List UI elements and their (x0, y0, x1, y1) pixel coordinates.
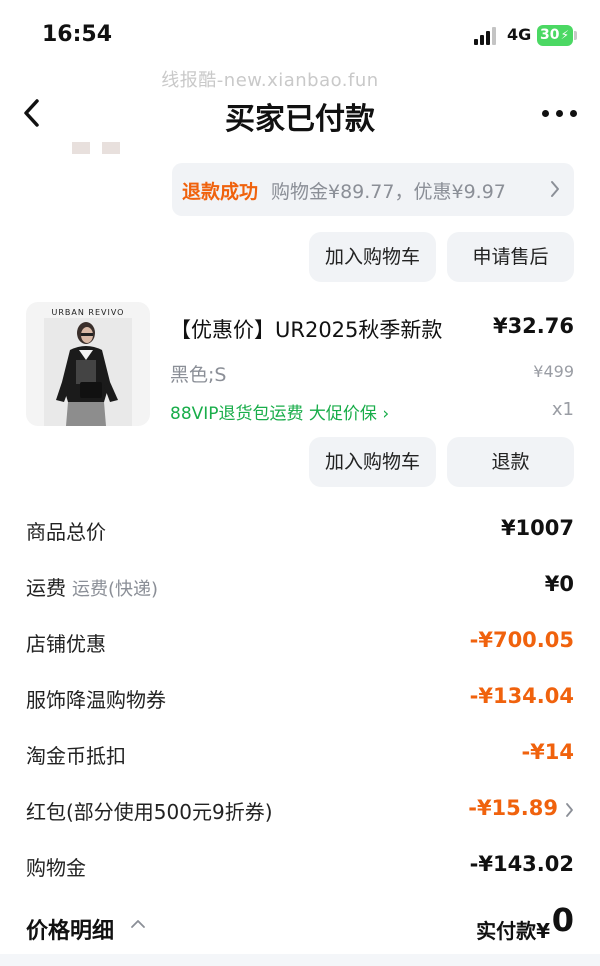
row-label: 淘金币抵扣 (26, 744, 126, 768)
product-price: ¥32.76 (492, 314, 574, 338)
status-bar: 16:54 4G 30 ⚡ (0, 0, 600, 70)
summary-row-subtotal: 商品总价 ¥1007 (26, 516, 574, 546)
row-value: ¥0 (544, 572, 574, 596)
battery-level: 30 (540, 27, 560, 43)
vip-service-text: 88VIP退货包运费 大促价保 (170, 404, 377, 424)
product-quantity: x1 (551, 399, 574, 420)
bottom-strip (0, 954, 600, 966)
cellular-signal-icon (474, 27, 500, 45)
page-title: 买家已付款 (225, 102, 375, 137)
charging-bolt-icon: ⚡ (560, 28, 569, 42)
summary-row-shopping-gold: 购物金 -¥143.02 (26, 852, 574, 882)
previous-product-thumbnail[interactable] (26, 142, 150, 156)
vip-service-link[interactable]: 88VIP退货包运费 大促价保 › (170, 399, 389, 424)
row-value: -¥14 (521, 740, 574, 764)
row-label: 运费 (26, 576, 66, 600)
row-label: 购物金 (26, 856, 86, 880)
product-thumbnail[interactable]: URBAN REVIVO (26, 302, 150, 426)
refund-status: 退款成功 (182, 181, 259, 203)
summary-row-red-packet[interactable]: 红包(部分使用500元9折券) -¥15.89 (26, 796, 574, 826)
shipping-method: 运费(快递) (72, 579, 159, 600)
battery-icon: 30 ⚡ (537, 25, 573, 46)
more-options-icon[interactable] (540, 106, 580, 120)
chevron-right-icon: › (382, 404, 390, 424)
row-label: 红包(部分使用500元9折券) (26, 800, 273, 824)
row-value: -¥143.02 (469, 852, 574, 876)
row-value: -¥15.89 (468, 796, 558, 820)
paid-amount: 0 (551, 901, 574, 939)
add-to-cart-button[interactable]: 加入购物车 (309, 437, 436, 487)
status-time: 16:54 (42, 22, 113, 47)
refund-info-pill[interactable]: 退款成功 购物金¥89.77，优惠¥9.97 (172, 163, 574, 216)
add-to-cart-button[interactable]: 加入购物车 (309, 232, 436, 282)
refund-detail: 购物金¥89.77，优惠¥9.97 (271, 181, 506, 203)
after-sales-button[interactable]: 申请售后 (447, 232, 574, 282)
refund-button[interactable]: 退款 (447, 437, 574, 487)
chevron-up-icon[interactable] (130, 919, 146, 929)
row-value: ¥1007 (500, 516, 574, 540)
nav-header: 买家已付款 (0, 86, 600, 142)
row-label: 商品总价 (26, 520, 106, 544)
product-title[interactable]: 【优惠价】UR2025秋季新款 (170, 314, 442, 344)
network-type: 4G (507, 25, 532, 44)
row-value: -¥134.04 (469, 684, 574, 708)
summary-row-apparel-coupon: 服饰降温购物券 -¥134.04 (26, 684, 574, 714)
price-breakdown-toggle[interactable]: 价格明细 (26, 913, 114, 945)
chevron-right-icon (566, 803, 573, 817)
summary-row-store-discount: 店铺优惠 -¥700.05 (26, 628, 574, 658)
row-label: 店铺优惠 (26, 632, 106, 656)
paid-label: 实付款¥ (476, 919, 550, 943)
summary-row-taojinbi: 淘金币抵扣 -¥14 (26, 740, 574, 770)
original-price: ¥499 (533, 362, 574, 381)
chevron-right-icon (551, 181, 559, 197)
product-photo (44, 318, 132, 426)
battery-cap (574, 31, 577, 40)
summary-row-shipping: 运费 运费(快递) ¥0 (26, 572, 574, 602)
row-label: 服饰降温购物券 (26, 688, 166, 712)
row-value: -¥700.05 (469, 628, 574, 652)
product-spec: 黑色;S (170, 364, 227, 386)
payment-footer: 价格明细 实付款¥ 0 (0, 895, 600, 966)
row-label-group: 运费 运费(快递) (26, 572, 158, 601)
